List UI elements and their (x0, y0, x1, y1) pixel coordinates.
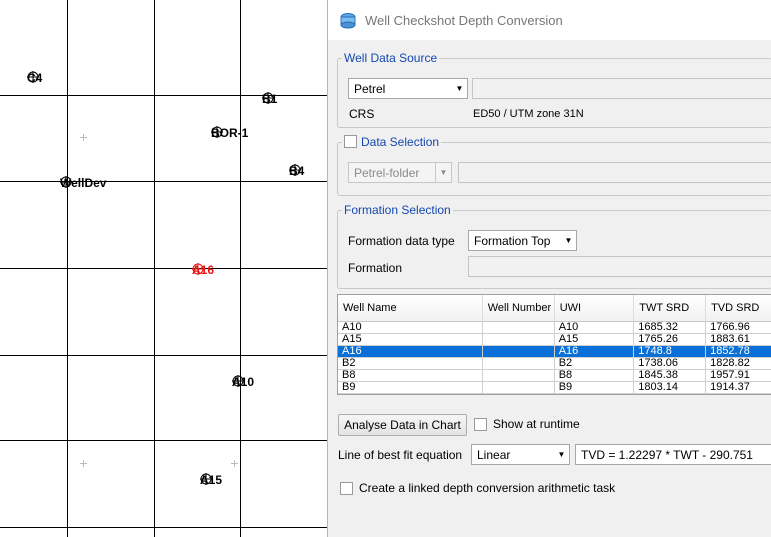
data-selection-label: Data Selection (361, 135, 440, 149)
equation-value: TVD = 1.22297 * TWT - 290.751 (581, 447, 753, 462)
group-legend: Formation Selection (344, 203, 451, 217)
folder-value: Petrel-folder (354, 165, 420, 180)
table-cell: A16 (338, 345, 483, 358)
folder-select: Petrel-folder ▼ (348, 162, 452, 183)
table-cell: 1765.26 (633, 333, 707, 346)
table-cell (482, 369, 555, 382)
table-row-selected[interactable]: A16 A16 1748.8 1852.78 (338, 345, 771, 358)
well-symbol-icon (211, 126, 223, 138)
well-marker-b4[interactable]: B4 (289, 164, 304, 178)
table-cell: B2 (554, 357, 635, 370)
well-symbol-icon (262, 92, 274, 104)
chevron-down-icon: ▼ (455, 84, 464, 93)
source-value: Petrel (354, 81, 386, 96)
table-cell: A10 (338, 321, 483, 334)
table-cell: 1957.91 (705, 369, 771, 382)
table-cell: 1766.96 (705, 321, 771, 334)
well-marker-welldev[interactable]: WellDev (60, 176, 106, 190)
table-cell: A15 (554, 333, 635, 346)
formation-select[interactable] (468, 256, 771, 277)
well-marker-a15[interactable]: A15 (200, 473, 222, 487)
crs-label: CRS (349, 107, 375, 121)
best-fit-label: Line of best fit equation (338, 448, 463, 462)
table-cell (482, 381, 555, 394)
show-at-runtime-checkbox[interactable] (474, 418, 487, 431)
group-legend: Data Selection (342, 135, 441, 149)
table-cell: B2 (338, 357, 483, 370)
table-row[interactable]: A15 A15 1765.26 1883.61 (338, 333, 771, 346)
well-symbol-icon (200, 473, 212, 485)
well-marker-a16[interactable]: A16 (192, 263, 214, 277)
well-marker-a10[interactable]: A10 (232, 375, 254, 389)
table-cell: 1828.82 (705, 357, 771, 370)
well-symbol-icon (60, 176, 72, 188)
well-marker-bor-1[interactable]: BOR-1 (211, 126, 248, 140)
equation-field[interactable]: TVD = 1.22297 * TWT - 290.751 (575, 444, 771, 465)
table-header-row: Well Name Well Number UWI TWT SRD TVD SR… (338, 295, 771, 322)
well-symbol-icon (192, 263, 204, 275)
table-cell (482, 321, 555, 334)
data-selection-checkbox[interactable] (344, 135, 357, 148)
app-icon (340, 13, 356, 29)
crs-value: ED50 / UTM zone 31N (473, 108, 584, 120)
table-cell: 1803.14 (633, 381, 707, 394)
table-cell: B8 (554, 369, 635, 382)
table-cell (482, 345, 555, 358)
well-symbol-icon (289, 164, 301, 176)
source-path-field (472, 78, 771, 99)
column-header[interactable]: UWI (554, 295, 635, 322)
table-cell (482, 333, 555, 346)
table-row[interactable]: B2 B2 1738.06 1828.82 (338, 357, 771, 370)
formation-label: Formation (348, 261, 403, 275)
well-symbol-icon (27, 71, 39, 83)
table-cell: B8 (338, 369, 483, 382)
table-cell: A16 (554, 345, 635, 358)
table-cell: 1883.61 (705, 333, 771, 346)
table-cell: 1685.32 (633, 321, 707, 334)
dialog-title: Well Checkshot Depth Conversion (365, 12, 563, 28)
analyse-data-button[interactable]: Analyse Data in Chart (338, 414, 467, 436)
show-at-runtime-label: Show at runtime (493, 417, 580, 431)
column-header[interactable]: Well Name (338, 295, 483, 322)
group-legend: Well Data Source (344, 51, 438, 65)
table-row[interactable]: B9 B9 1803.14 1914.37 (338, 381, 771, 394)
column-header[interactable]: TWT SRD (633, 295, 707, 322)
linked-task-checkbox[interactable] (340, 482, 353, 495)
formation-type-select[interactable]: Formation Top ▼ (468, 230, 577, 251)
chevron-down-icon: ▼ (557, 450, 566, 459)
chevron-down-icon: ▼ (435, 163, 451, 182)
well-symbol-icon (232, 375, 244, 387)
best-fit-type-value: Linear (477, 447, 511, 462)
column-header[interactable]: TVD SRD (705, 295, 771, 322)
folder-path-field (458, 162, 771, 183)
depth-conversion-dialog: Well Checkshot Depth Conversion Well Dat… (327, 0, 771, 537)
table-row[interactable]: A10 A10 1685.32 1766.96 (338, 321, 771, 334)
table-cell: 1738.06 (633, 357, 707, 370)
table-cell (482, 357, 555, 370)
table-cell: A10 (554, 321, 635, 334)
best-fit-type-select[interactable]: Linear ▼ (471, 444, 570, 465)
table-cell: B9 (554, 381, 635, 394)
source-select[interactable]: Petrel ▼ (348, 78, 468, 99)
wells-table[interactable]: Well Name Well Number UWI TWT SRD TVD SR… (337, 294, 771, 395)
table-cell: 1748.8 (633, 345, 707, 358)
formation-type-value: Formation Top (474, 233, 551, 248)
table-cell: B9 (338, 381, 483, 394)
well-marker-b1[interactable]: B1 (262, 92, 277, 106)
chevron-down-icon: ▼ (564, 236, 573, 245)
table-cell: A15 (338, 333, 483, 346)
linked-task-label: Create a linked depth conversion arithme… (359, 481, 616, 495)
dialog-titlebar[interactable]: Well Checkshot Depth Conversion (328, 0, 771, 40)
table-cell: 1845.38 (633, 369, 707, 382)
table-cell: 1852.78 (705, 345, 771, 358)
formation-type-label: Formation data type (348, 234, 455, 248)
table-row[interactable]: B8 B8 1845.38 1957.91 (338, 369, 771, 382)
table-cell: 1914.37 (705, 381, 771, 394)
column-header[interactable]: Well Number (482, 295, 555, 322)
well-marker-c4[interactable]: C4 (27, 71, 42, 85)
